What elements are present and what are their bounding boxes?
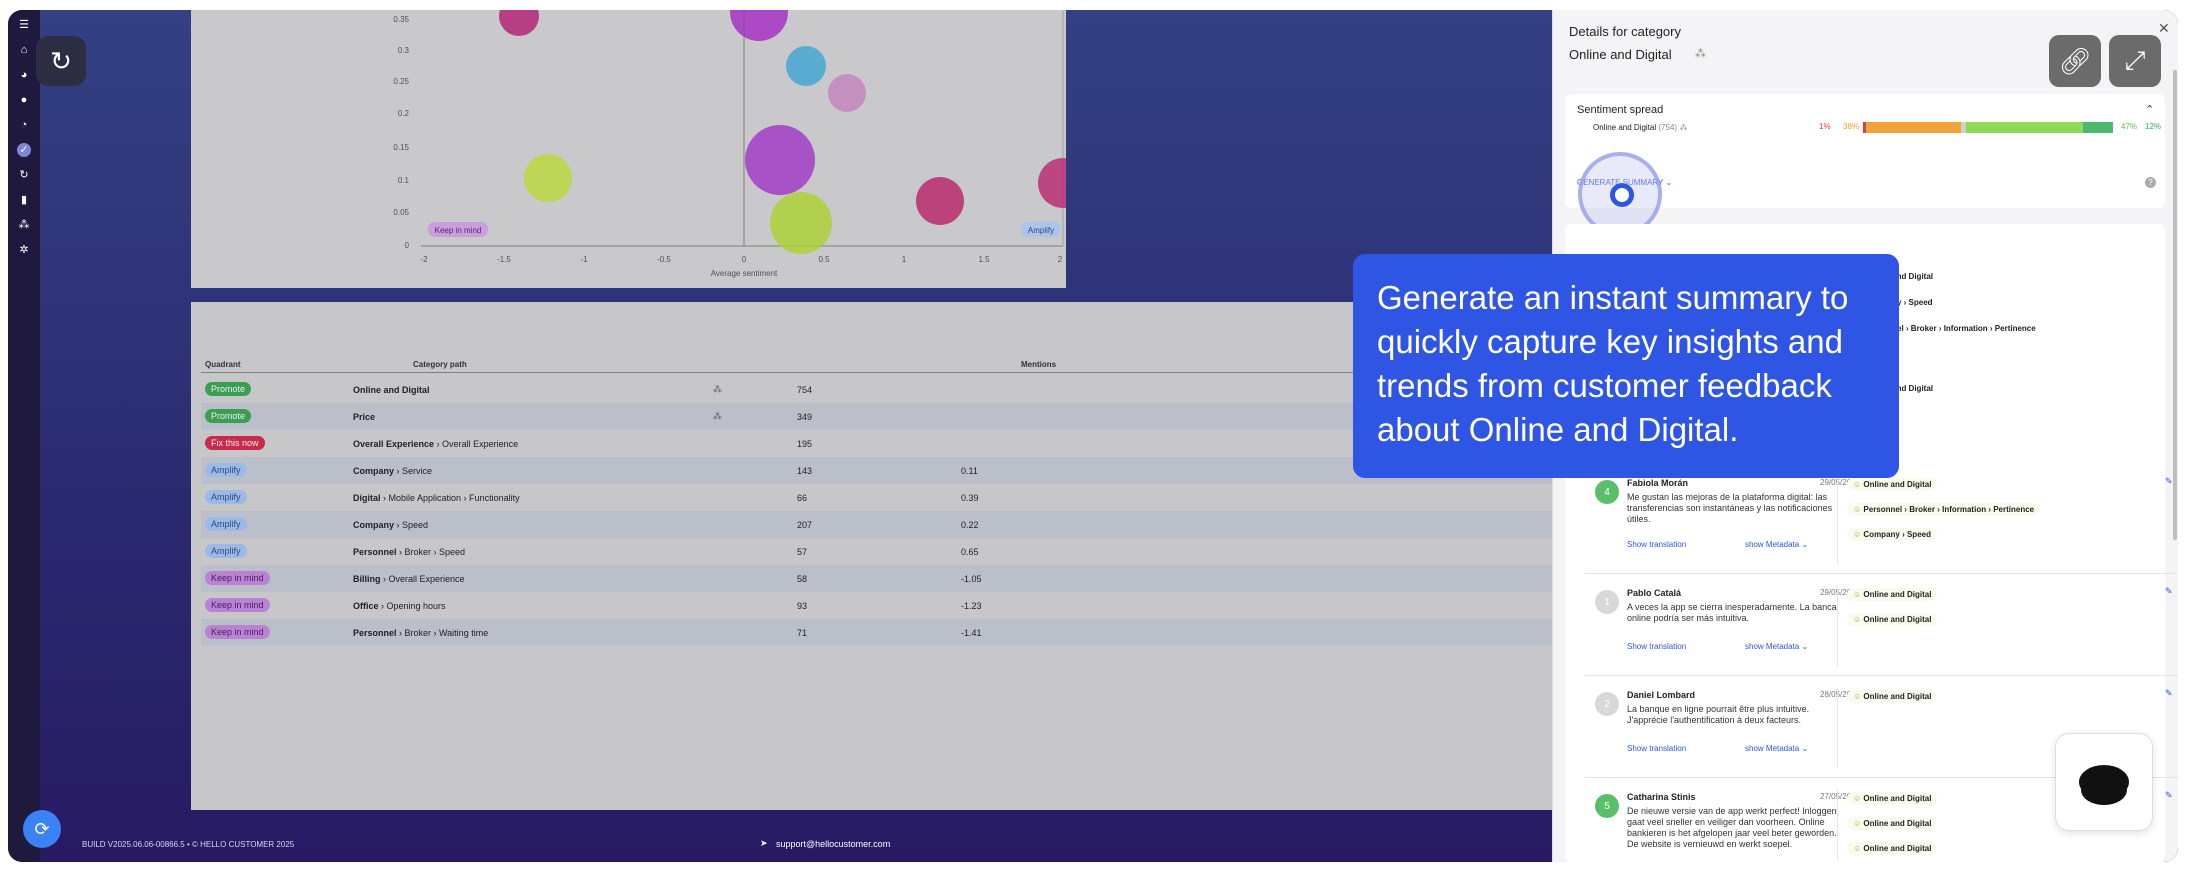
sentiment-icon: ☺ [1853, 530, 1862, 539]
sentiment-icon: ☺ [1853, 844, 1862, 853]
author-name: Daniel Lombard [1627, 690, 1696, 700]
score-avatar: 1 [1595, 590, 1619, 614]
help-icon[interactable]: ? [2145, 177, 2156, 188]
close-icon[interactable]: ✕ [2158, 20, 2170, 37]
category-tag[interactable]: ☺ Online and Digital [1847, 792, 1938, 805]
feedback-text: La banque en ligne pourrait être plus in… [1627, 704, 1810, 725]
edit-icon[interactable]: ✎ [2165, 586, 2173, 597]
pct-positive: 47% [2121, 122, 2138, 131]
show-metadata-link[interactable]: show Metadata ⌄ [1745, 744, 1808, 753]
feedback-item[interactable]: 4 Fabiola Morán 29/05/2025 Me gustan las me… [1585, 466, 2178, 574]
sync-fab-button[interactable]: ⟳ [23, 810, 61, 848]
pct-very-positive: 12% [2145, 122, 2162, 131]
sentiment-icon: ☺ [1853, 505, 1862, 514]
category-tag[interactable]: ☺ Online and Digital [1847, 613, 1938, 626]
category-tag[interactable]: ☺ Online and Digital [1847, 690, 1938, 703]
divider [1837, 586, 1838, 666]
sentiment-icon: ☺ [1853, 615, 1862, 624]
panel-category: Online and Digital [1569, 47, 1672, 62]
spread-row-label: Online and Digital (754) ⁂ [1593, 123, 1688, 132]
category-tag[interactable]: ☺ Personnel › Broker › Information › Per… [1847, 503, 2041, 516]
category-tag[interactable]: ☺ Online and Digital [1847, 817, 1938, 830]
expand-icon: ⤢ [2124, 45, 2146, 75]
edit-icon[interactable]: ✎ [2165, 688, 2173, 699]
network-icon[interactable]: ⁂ [17, 218, 31, 232]
hierarchy-icon[interactable]: ⁂ [1695, 47, 1706, 60]
show-metadata-link[interactable]: show Metadata ⌄ [1745, 540, 1808, 549]
app-frame: ☰ ⌂ ◕ ● ◔ ✓ ↻ ▮ ⁂ ✲ 0.35 0.3 0.25 0.2 0.… [8, 10, 2178, 862]
feedback-text: A veces la app se cierra inesperadamente… [1627, 602, 1837, 623]
copy-link-button[interactable]: 🔗︎ [2049, 35, 2101, 87]
categories-icon[interactable]: ✓ [17, 143, 31, 157]
category-tag[interactable]: ☺ Company › Speed [1847, 528, 1937, 541]
category-tag[interactable]: ☺ Online and Digital [1847, 588, 1938, 601]
show-metadata-link[interactable]: show Metadata ⌄ [1745, 642, 1808, 651]
feedback-item[interactable]: 1 Pablo Catalá 29/05/2025 A veces la app se… [1585, 576, 2178, 676]
refresh-icon: ↻ [50, 45, 72, 76]
sentiment-icon: ☺ [1853, 480, 1862, 489]
panel-title: Details for category [1569, 24, 1681, 39]
hierarchy-icon: ⁂ [1679, 123, 1688, 132]
sentiment-icon: ☺ [1853, 692, 1862, 701]
sentiment-bar [1863, 122, 2113, 133]
footer: BUILD V2025.06.06-00866.5 • © HELLO CUST… [40, 830, 1552, 862]
settings-icon[interactable]: ✲ [17, 243, 31, 257]
highlight-pointer [1610, 183, 1634, 207]
bar-chart-icon[interactable]: ▮ [17, 193, 31, 207]
summary-tooltip: Generate an instant summary to quickly c… [1353, 254, 1899, 478]
divider [1837, 476, 1838, 564]
collapse-chevron-icon[interactable]: ⌃ [2145, 103, 2154, 116]
divider [1837, 790, 1838, 860]
feedback-text: De nieuwe versie van de app werkt perfec… [1627, 806, 1837, 849]
home-icon[interactable]: ⌂ [17, 43, 31, 57]
author-name: Fabiola Morán [1627, 478, 1689, 488]
menu-icon[interactable]: ☰ [17, 18, 31, 32]
show-translation-link[interactable]: Show translation [1627, 744, 1686, 753]
divider [1837, 688, 1838, 768]
panel-scrollbar[interactable] [2173, 70, 2177, 540]
category-tag[interactable]: ☺ Online and Digital [1847, 478, 1938, 491]
sentiment-icon: ☺ [1853, 794, 1862, 803]
edit-icon[interactable]: ✎ [2165, 476, 2173, 487]
sync-icon: ⟳ [34, 818, 50, 839]
category-tag[interactable]: ☺ Online and Digital [1847, 842, 1938, 855]
author-name: Pablo Catalá [1627, 588, 1682, 598]
feedback-text: Me gustan las mejoras de la plataforma d… [1627, 492, 1833, 524]
sentiment-icon: ☺ [1853, 819, 1862, 828]
show-translation-link[interactable]: Show translation [1627, 540, 1686, 549]
sentiment-icon: ☺ [1853, 590, 1862, 599]
show-translation-link[interactable]: Show translation [1627, 642, 1686, 651]
send-icon: ➤ [760, 838, 768, 848]
assistant-button[interactable] [2055, 733, 2153, 831]
history-icon[interactable]: ↻ [17, 168, 31, 182]
link-icon: 🔗︎ [2058, 45, 2092, 76]
refresh-button[interactable]: ↻ [36, 36, 86, 86]
assistant-icon [2079, 765, 2129, 799]
pct-negative: 38% [1843, 122, 1860, 131]
score-avatar: 4 [1595, 480, 1619, 504]
pie-icon[interactable]: ◔ [17, 118, 31, 132]
support-email[interactable]: support@hellocustomer.com [776, 839, 890, 849]
nav-rail: ☰ ⌂ ◕ ● ◔ ✓ ↻ ▮ ⁂ ✲ [8, 10, 40, 862]
expand-button[interactable]: ⤢ [2109, 35, 2161, 87]
pct-very-negative: 1% [1819, 122, 1831, 131]
chat-icon[interactable]: ● [17, 93, 31, 107]
score-avatar: 5 [1595, 794, 1619, 818]
dashboard-icon[interactable]: ◕ [17, 68, 31, 82]
build-info: BUILD V2025.06.06-00866.5 • © HELLO CUST… [82, 840, 295, 849]
edit-icon[interactable]: ✎ [2165, 790, 2173, 801]
score-avatar: 2 [1595, 692, 1619, 716]
sentiment-spread-title: Sentiment spread [1577, 104, 1664, 116]
overlay-dim [40, 10, 1552, 862]
author-name: Catharina Stinis [1627, 792, 1696, 802]
